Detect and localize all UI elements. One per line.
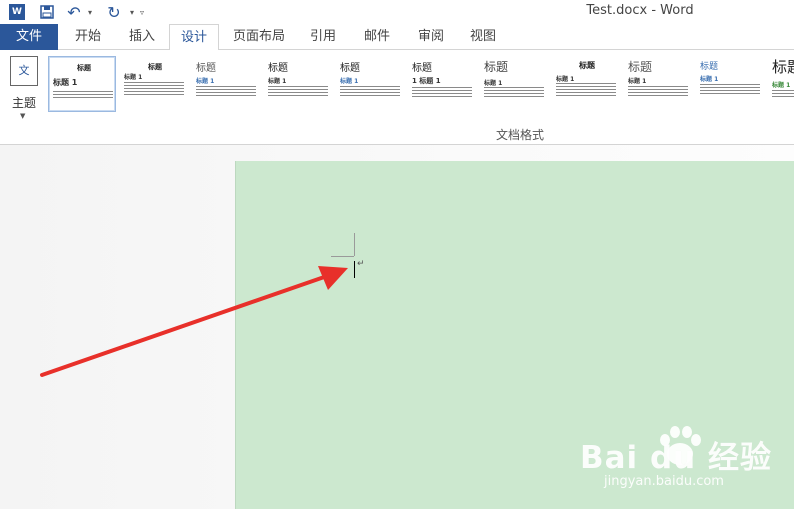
style-heading: 标题 1	[124, 74, 143, 81]
style-preview-lines	[772, 90, 794, 99]
undo-dropdown-icon[interactable]: ▾	[86, 2, 94, 22]
style-set-item[interactable]: 标题 标题 1	[120, 56, 188, 112]
tab-layout[interactable]: 页面布局	[226, 24, 292, 50]
style-heading: 标题 1	[772, 82, 791, 89]
style-preview-lines	[412, 87, 472, 99]
word-window: W ↶ ▾ ↻ ▾ ▿ Test.docx - Word 文件 开始 插入 设计…	[0, 0, 794, 509]
style-title: 标题	[340, 63, 360, 74]
style-preview-lines	[268, 86, 328, 98]
style-heading: 标题 1	[196, 78, 215, 85]
ribbon-tab-bar: 文件 开始 插入 设计 页面布局 引用 邮件 审阅 视图	[0, 24, 794, 51]
style-preview-lines	[124, 82, 184, 97]
paragraph-mark: ↵	[357, 259, 365, 269]
style-set-item[interactable]: 标题 标题 1	[768, 56, 794, 112]
style-set-item[interactable]: 标题 标题 1	[552, 56, 620, 112]
themes-button[interactable]: 文 主题 ▼	[6, 54, 42, 120]
tab-home[interactable]: 开始	[62, 24, 114, 50]
customize-qat-icon[interactable]: ▿	[138, 2, 146, 22]
tab-insert[interactable]: 插入	[118, 24, 166, 50]
baidu-watermark-url: jingyan.baidu.com	[604, 474, 724, 489]
tab-view[interactable]: 视图	[460, 24, 506, 50]
style-heading: 1 标题 1	[412, 77, 441, 85]
save-icon[interactable]	[38, 2, 56, 22]
themes-icon: 文	[10, 56, 38, 86]
style-set-item[interactable]: 标题 标题 1	[480, 56, 548, 112]
style-title: 标题	[77, 64, 91, 72]
style-title: 标题	[579, 61, 595, 70]
undo-icon[interactable]: ↶	[66, 2, 82, 22]
redo-icon[interactable]: ↻	[106, 2, 122, 22]
title-bar: W ↶ ▾ ↻ ▾ ▿ Test.docx - Word	[0, 0, 794, 24]
word-app-icon[interactable]: W	[9, 4, 25, 20]
style-heading: 标题 1	[268, 78, 287, 85]
style-set-item[interactable]: 标题 标题 1	[696, 56, 764, 112]
style-set-item[interactable]: 标题 标题 1	[48, 56, 116, 112]
ribbon-design: 文 主题 ▼ 标题 标题 1 标题 标题 1 标题 标题 1 标题 标题 1 标…	[0, 50, 794, 145]
style-set-item[interactable]: 标题 标题 1	[624, 56, 692, 112]
style-set-item[interactable]: 标题 1 标题 1	[408, 56, 476, 112]
style-heading: 标题 1	[484, 80, 503, 87]
style-title: 标题	[148, 63, 162, 71]
style-set-item[interactable]: 标题 标题 1	[336, 56, 404, 112]
style-heading: 标题 1	[556, 76, 575, 83]
tab-mailings[interactable]: 邮件	[354, 24, 400, 50]
style-heading: 标题 1	[340, 78, 359, 85]
style-set-item[interactable]: 标题 标题 1	[264, 56, 332, 112]
margin-corner-mark	[331, 256, 354, 257]
style-preview-lines	[53, 91, 113, 100]
style-set-gallery: 标题 标题 1 标题 标题 1 标题 标题 1 标题 标题 1 标题 标题 1 …	[48, 56, 794, 112]
style-preview-lines	[196, 86, 256, 98]
tab-design[interactable]: 设计	[169, 24, 219, 51]
style-title: 标题	[484, 60, 509, 74]
style-title: 标题	[700, 62, 719, 72]
style-heading: 标题 1	[700, 76, 719, 83]
themes-label: 主题	[11, 96, 36, 110]
document-title: Test.docx - Word	[586, 3, 694, 18]
style-preview-lines	[556, 83, 616, 98]
redo-dropdown-icon[interactable]: ▾	[128, 2, 136, 22]
tab-review[interactable]: 审阅	[408, 24, 454, 50]
style-title: 标题	[412, 63, 432, 74]
text-cursor	[354, 261, 355, 278]
tab-references[interactable]: 引用	[300, 24, 346, 50]
style-set-item[interactable]: 标题 标题 1	[192, 56, 260, 112]
style-title: 标题	[196, 63, 216, 74]
style-heading: 标题 1	[53, 78, 78, 87]
style-preview-lines	[340, 86, 400, 98]
style-heading: 标题 1	[628, 78, 647, 85]
style-preview-lines	[700, 84, 760, 96]
tab-file[interactable]: 文件	[0, 24, 58, 50]
margin-corner-mark	[354, 233, 355, 256]
baidu-watermark-logo: Bai du 经验	[580, 440, 773, 476]
chevron-down-icon: ▼	[20, 112, 26, 120]
style-preview-lines	[628, 86, 688, 98]
style-title: 标题	[268, 63, 288, 74]
style-title: 标题	[628, 60, 653, 74]
document-formatting-group-label: 文档格式	[495, 128, 544, 142]
style-title: 标题	[772, 58, 794, 76]
style-preview-lines	[484, 87, 544, 99]
